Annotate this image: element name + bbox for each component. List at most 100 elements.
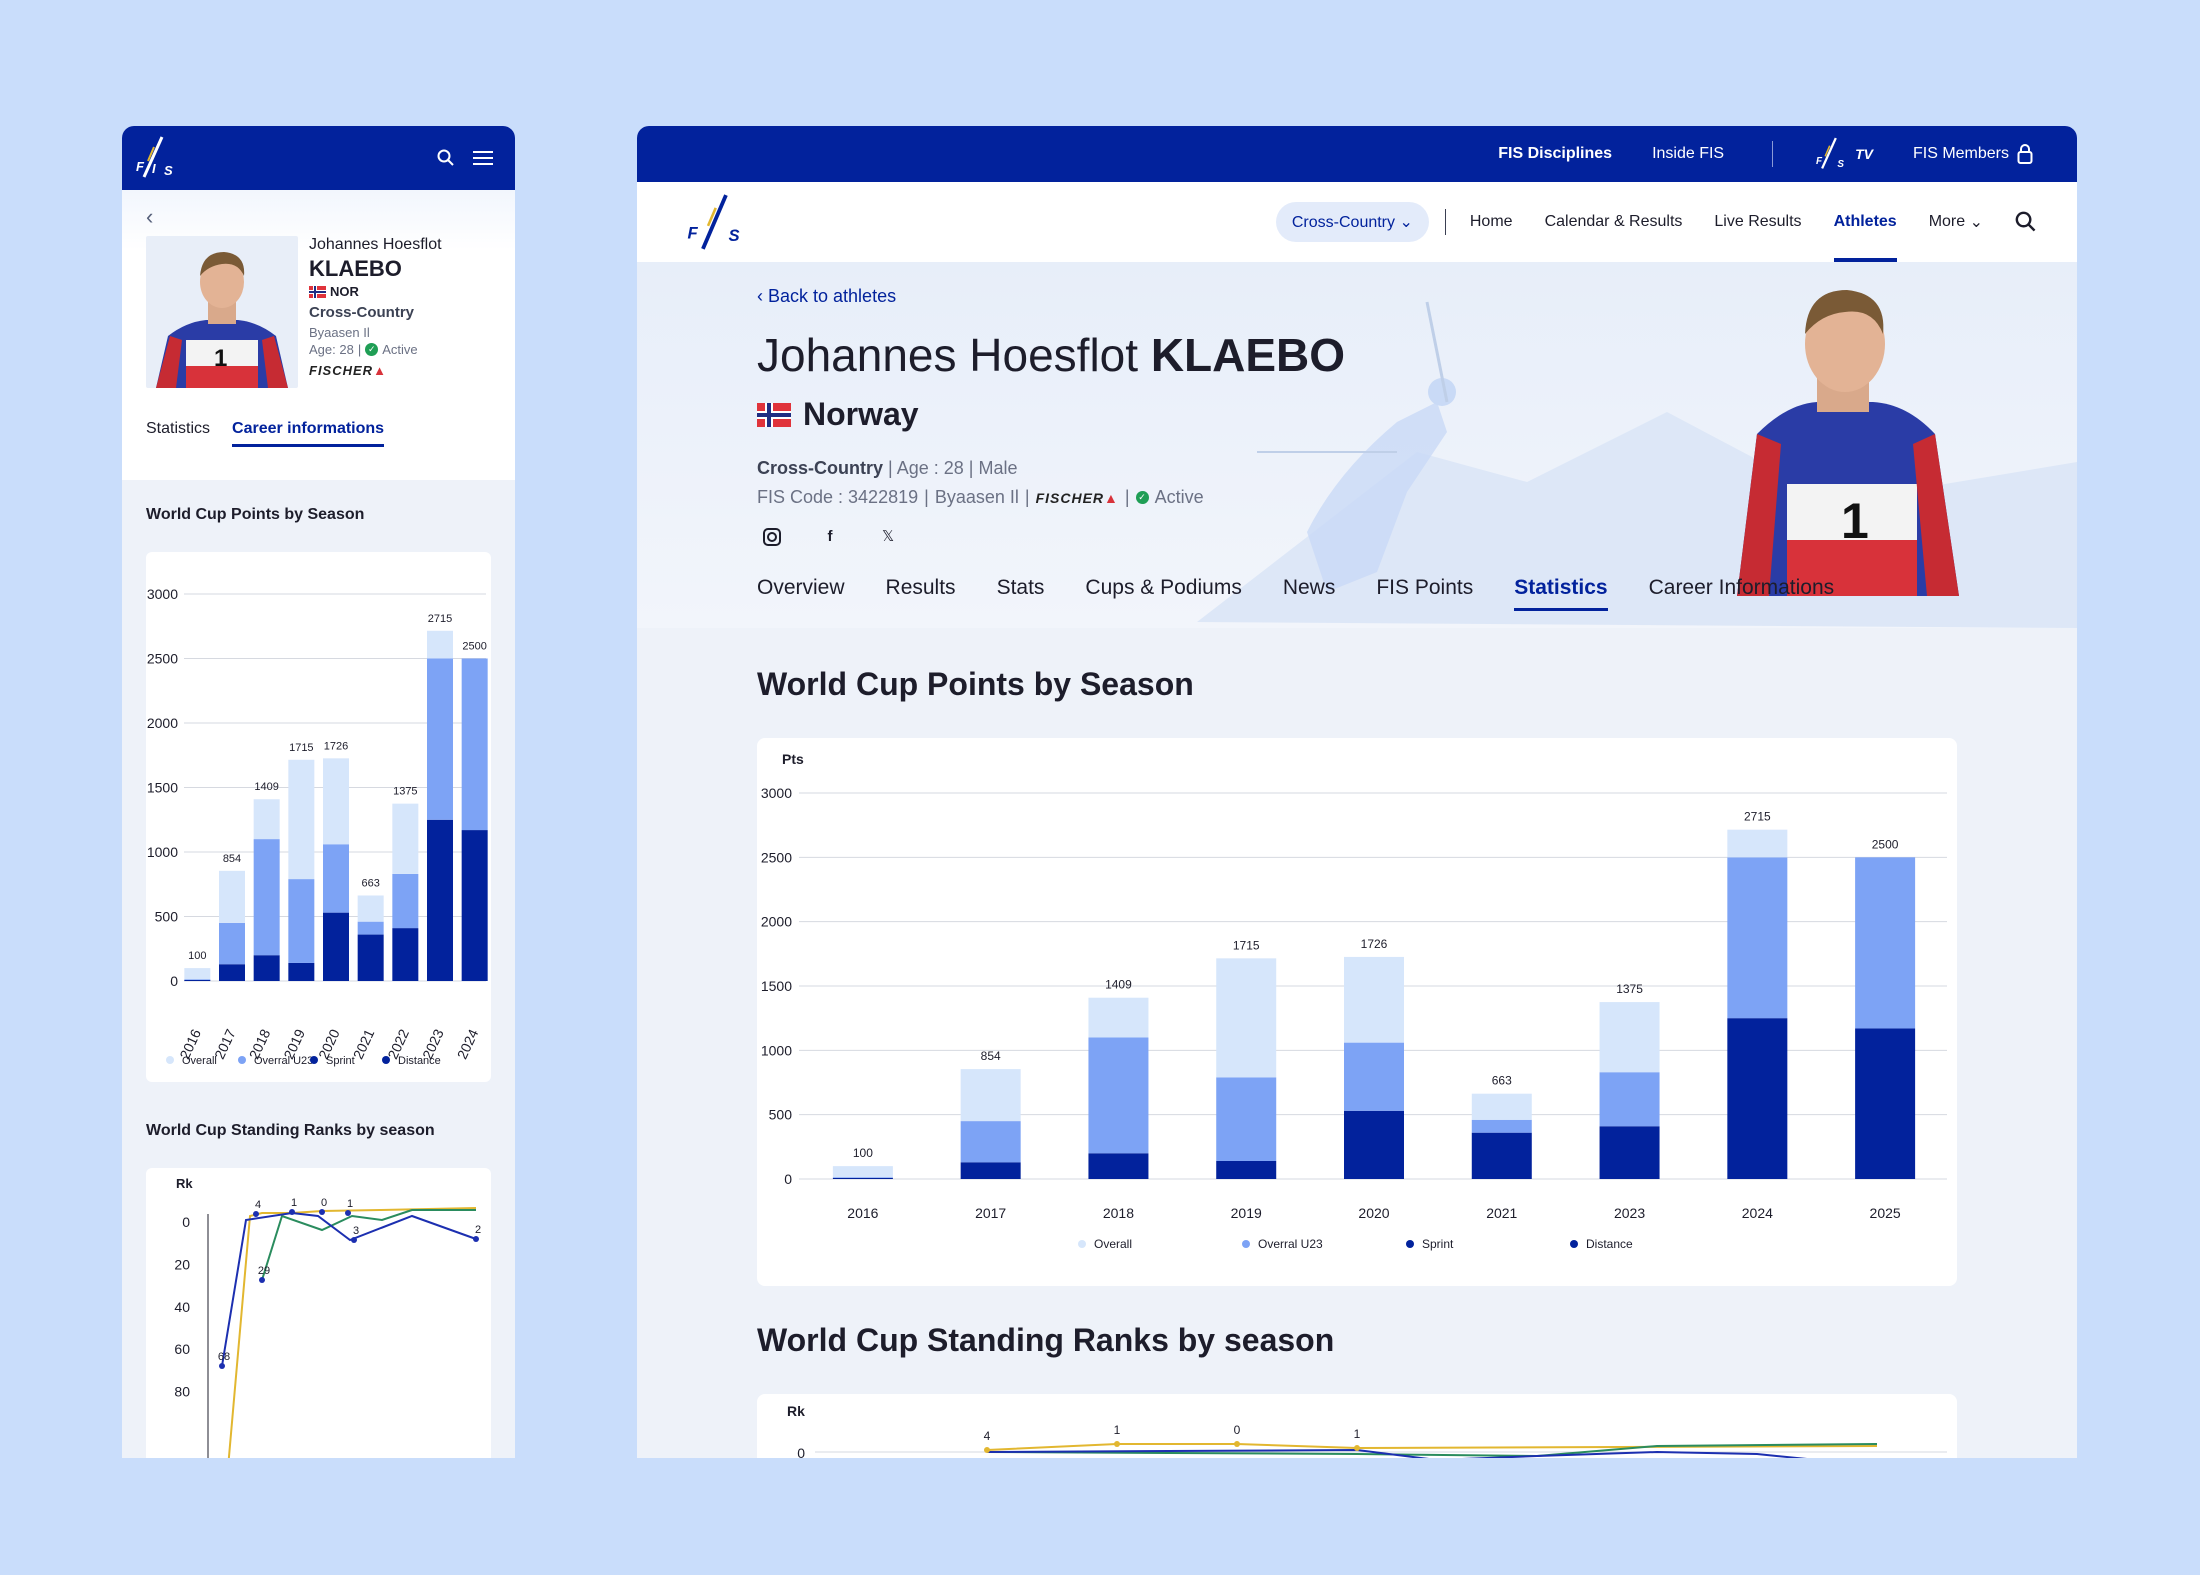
x-icon[interactable]: 𝕏 — [877, 526, 899, 548]
data-label: 663 — [1492, 1074, 1512, 1088]
check-icon: ✓ — [1135, 491, 1149, 504]
chevron-left-icon[interactable]: ‹ — [146, 190, 491, 236]
bar-segment — [1216, 1160, 1277, 1179]
data-label: 100 — [188, 950, 206, 962]
data-label: 4 — [255, 1199, 261, 1211]
tab-fis-points[interactable]: FIS Points — [1376, 576, 1473, 611]
inside-fis-link[interactable]: Inside FIS — [1652, 145, 1724, 163]
athlete-discipline: Cross-Country — [309, 304, 415, 321]
fis-tv-link[interactable]: FS TV — [1813, 135, 1873, 173]
y-axis-label: Rk — [787, 1403, 805, 1419]
data-point — [1354, 1445, 1360, 1451]
bar-segment — [1216, 958, 1277, 1078]
data-label: 3 — [353, 1225, 359, 1237]
legend-label: Distance — [398, 1055, 441, 1067]
tab-career-informations[interactable]: Career informations — [232, 420, 385, 447]
tab-career-informations[interactable]: Career Informations — [1649, 576, 1835, 611]
data-label: 1409 — [254, 781, 278, 793]
data-label: 100 — [853, 1146, 873, 1160]
mobile-profile-section: ‹ 1 Johannes Hoesflot KLAEBO NOR Cross-C… — [122, 190, 515, 480]
fis-members-link[interactable]: FIS Members — [1913, 144, 2033, 164]
bar-segment — [184, 979, 211, 980]
tab-statistics[interactable]: Statistics — [1514, 576, 1608, 611]
athlete-info: Johannes Hoesflot KLAEBO NOR Cross-Count… — [309, 236, 442, 388]
x-tick-label: 2016 — [847, 1205, 878, 1221]
fis-disciplines-link[interactable]: FIS Disciplines — [1498, 145, 1612, 163]
y-tick-label: 2000 — [147, 715, 178, 731]
data-label: 4 — [984, 1429, 991, 1443]
legend-swatch — [238, 1056, 246, 1064]
divider — [1444, 209, 1446, 235]
legend-label: Sprint — [326, 1055, 355, 1067]
tab-news[interactable]: News — [1283, 576, 1336, 611]
bar-segment — [832, 1177, 893, 1178]
chevron-down-icon: ⌄ — [1399, 214, 1413, 231]
legend-label: Overral U23 — [254, 1055, 313, 1067]
back-to-athletes-link[interactable]: ‹ Back to athletes — [757, 286, 896, 307]
athlete-discipline: Cross-Country — [757, 458, 884, 478]
check-icon: ✓ — [365, 343, 379, 356]
fis-logo[interactable]: FS — [685, 190, 749, 254]
data-label: 854 — [223, 853, 241, 865]
bar-segment — [960, 1121, 1021, 1163]
nav-live-results[interactable]: Live Results — [1714, 182, 1801, 262]
y-tick-label: 40 — [174, 1299, 190, 1315]
bar-segment — [1088, 1153, 1149, 1179]
main-nav: FS Cross-Country ⌄ Home Calendar & Resul… — [637, 182, 2077, 262]
tab-overview[interactable]: Overview — [757, 576, 845, 611]
bar-segment — [392, 873, 419, 929]
nav-menu: Cross-Country ⌄ Home Calendar & Results … — [1275, 182, 2037, 262]
bar-segment — [1727, 829, 1788, 858]
legend-label: Overall — [182, 1055, 217, 1067]
search-icon[interactable] — [437, 149, 455, 167]
divider — [1772, 141, 1774, 167]
bar-segment — [1727, 857, 1788, 1019]
chevron-down-icon: ⌄ — [1969, 214, 1983, 231]
bar-segment — [1471, 1119, 1532, 1133]
athlete-last-name: KLAEBO — [1150, 329, 1346, 381]
athlete-status: Active — [382, 342, 418, 357]
search-icon[interactable] — [2015, 211, 2037, 233]
tab-results[interactable]: Results — [886, 576, 956, 611]
bar-segment — [357, 934, 384, 981]
menu-icon[interactable] — [473, 151, 493, 165]
facebook-icon[interactable]: f — [819, 526, 841, 548]
tab-cups-podiums[interactable]: Cups & Podiums — [1085, 576, 1241, 611]
series-line-overall — [227, 1207, 477, 1458]
data-label: 1715 — [289, 742, 313, 754]
svg-text:S: S — [164, 163, 173, 178]
athlete-age: Age : 28 — [896, 458, 964, 478]
points-chart-card: Pts 0 500 1000 1500 2000 2500 3000 100 2016 854 201… — [757, 738, 1957, 1286]
y-tick-label: 3000 — [761, 785, 792, 801]
data-label: 29 — [258, 1265, 270, 1277]
x-tick-label: 2024 — [1742, 1205, 1773, 1221]
nav-more[interactable]: More ⌄ — [1929, 182, 1983, 262]
data-point — [984, 1447, 990, 1453]
nav-athletes[interactable]: Athletes — [1833, 182, 1897, 262]
x-tick-label: 2019 — [1231, 1205, 1262, 1221]
y-tick-label: 60 — [174, 1341, 190, 1357]
section-title-ranks: World Cup Standing Ranks by season — [146, 1122, 435, 1139]
x-tick-label: 2021 — [1486, 1205, 1517, 1221]
svg-text:S: S — [729, 226, 740, 245]
nav-calendar-results[interactable]: Calendar & Results — [1545, 182, 1683, 262]
data-label: 1 — [1354, 1427, 1361, 1441]
data-point — [259, 1277, 265, 1283]
athlete-fis-code: FIS Code : 3422819 — [757, 487, 919, 507]
y-tick-label: 500 — [155, 909, 179, 925]
bar-segment — [1088, 1037, 1149, 1154]
bar-segment — [1855, 1028, 1916, 1179]
x-tick-label: 2024 — [454, 1026, 482, 1061]
instagram-icon[interactable] — [761, 526, 783, 548]
svg-text:F: F — [1816, 156, 1823, 167]
x-tick-label: 2023 — [1614, 1205, 1645, 1221]
lock-icon — [2017, 144, 2033, 164]
nav-home[interactable]: Home — [1470, 182, 1513, 262]
discipline-select[interactable]: Cross-Country ⌄ — [1275, 202, 1429, 242]
tab-stats[interactable]: Stats — [997, 576, 1045, 611]
legend-label: Sprint — [1422, 1237, 1454, 1251]
data-label: 1715 — [1233, 938, 1260, 952]
athlete-status: Active — [1154, 487, 1204, 507]
tab-statistics[interactable]: Statistics — [146, 420, 210, 447]
fis-logo[interactable]: F I S — [132, 133, 182, 183]
